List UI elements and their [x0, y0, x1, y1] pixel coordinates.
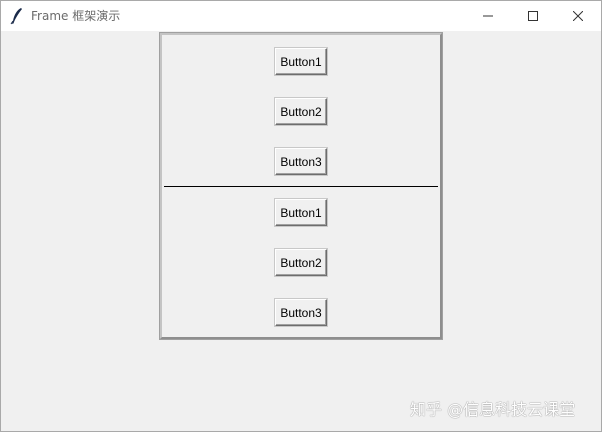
feather-icon: [10, 7, 24, 25]
top-button-3[interactable]: Button3: [275, 148, 327, 175]
bottom-button-3[interactable]: Button3: [275, 299, 327, 326]
title-bar[interactable]: Frame 框架演示: [1, 1, 601, 31]
window-title: Frame 框架演示: [31, 9, 121, 23]
bottom-button-1[interactable]: Button1: [275, 199, 327, 226]
demo-frame: Button1 Button2 Button3 Button1 Button2 …: [159, 32, 443, 340]
frame-divider: [164, 186, 438, 187]
close-icon: [573, 11, 583, 21]
maximize-button[interactable]: [510, 1, 556, 31]
top-button-2[interactable]: Button2: [275, 98, 327, 125]
watermark: 知乎 @信息科技云课堂: [410, 400, 576, 419]
bottom-button-2[interactable]: Button2: [275, 249, 327, 276]
minimize-button[interactable]: [465, 1, 511, 31]
maximize-icon: [528, 11, 538, 21]
close-button[interactable]: [555, 1, 601, 31]
top-button-1[interactable]: Button1: [275, 48, 327, 75]
minimize-icon: [483, 15, 493, 17]
app-window: Frame 框架演示 Button1 Button2 Button3 Butto…: [0, 0, 602, 432]
